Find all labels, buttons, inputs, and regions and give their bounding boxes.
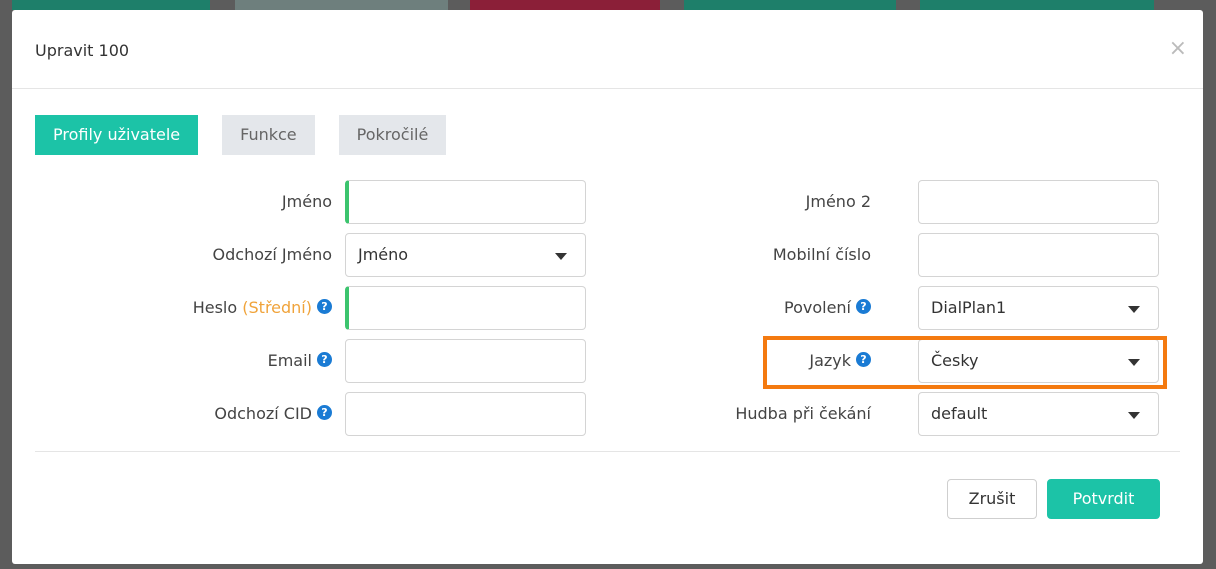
tab-bar: Profily uživatele Funkce Pokročilé	[35, 115, 470, 155]
outgoing-cid-input[interactable]	[345, 392, 586, 436]
modal-title: Upravit 100	[35, 41, 130, 60]
name2-label: Jméno 2	[806, 180, 871, 224]
footer-divider	[35, 451, 1180, 452]
tab-advanced[interactable]: Pokročilé	[338, 115, 447, 155]
cancel-button[interactable]: Zrušit	[947, 479, 1037, 519]
outgoing-cid-label-text: Odchozí CID	[214, 404, 312, 423]
music-on-hold-label-text: Hudba při čekání	[735, 404, 871, 423]
outgoing-name-row: Odchozí Jméno Jméno	[12, 233, 612, 277]
password-label: Heslo (Střední)?	[193, 286, 332, 330]
confirm-button[interactable]: Potvrdit	[1047, 479, 1160, 519]
email-label: Email?	[268, 339, 332, 383]
mobile-row: Mobilní číslo	[612, 233, 1203, 277]
background-bar-3	[470, 0, 660, 10]
email-row: Email?	[12, 339, 612, 383]
name2-label-text: Jméno 2	[805, 192, 871, 211]
caret-down-icon	[1128, 359, 1140, 366]
permission-value: DialPlan1	[931, 298, 1007, 317]
permission-label: Povolení?	[784, 286, 871, 330]
caret-down-icon	[555, 253, 567, 260]
music-on-hold-select[interactable]: default	[918, 392, 1159, 436]
tab-features[interactable]: Funkce	[222, 115, 315, 155]
help-icon[interactable]: ?	[856, 352, 871, 367]
help-icon[interactable]: ?	[317, 299, 332, 314]
mobile-input[interactable]	[918, 233, 1159, 277]
outgoing-name-label-text: Odchozí Jméno	[212, 245, 332, 264]
music-on-hold-value: default	[931, 404, 988, 423]
language-select[interactable]: Česky	[918, 339, 1159, 383]
language-row: Jazyk? Česky	[612, 339, 1203, 383]
outgoing-name-select[interactable]: Jméno	[345, 233, 586, 277]
language-label: Jazyk?	[809, 339, 871, 383]
background-bar-1	[12, 0, 210, 10]
mobile-label: Mobilní číslo	[773, 233, 871, 277]
background-bar-2	[235, 0, 448, 10]
music-on-hold-label: Hudba při čekání	[735, 392, 871, 436]
password-strength: (Střední)	[242, 298, 312, 317]
language-label-text: Jazyk	[809, 351, 851, 370]
background-bar-4	[684, 0, 896, 10]
caret-down-icon	[1128, 306, 1140, 313]
name-input[interactable]	[345, 180, 586, 224]
permission-row: Povolení? DialPlan1	[612, 286, 1203, 330]
permission-label-text: Povolení	[784, 298, 851, 317]
help-icon[interactable]: ?	[317, 405, 332, 420]
close-icon[interactable]: ×	[1169, 38, 1187, 60]
edit-extension-modal: Upravit 100 × Profily uživatele Funkce P…	[12, 10, 1203, 564]
outgoing-name-value: Jméno	[358, 245, 409, 264]
outgoing-cid-label: Odchozí CID?	[214, 392, 332, 436]
caret-down-icon	[1128, 412, 1140, 419]
music-on-hold-row: Hudba při čekání default	[612, 392, 1203, 436]
email-label-text: Email	[267, 351, 312, 370]
outgoing-name-label: Odchozí Jméno	[213, 233, 332, 277]
email-input[interactable]	[345, 339, 586, 383]
name-row: Jméno	[12, 180, 612, 224]
background-bar-5	[920, 0, 1154, 10]
language-value: Česky	[931, 351, 979, 370]
mobile-label-text: Mobilní číslo	[772, 245, 871, 264]
name-label-text: Jméno	[281, 192, 332, 211]
password-input[interactable]	[345, 286, 586, 330]
modal-header: Upravit 100 ×	[12, 10, 1203, 89]
name2-row: Jméno 2	[612, 180, 1203, 224]
permission-select[interactable]: DialPlan1	[918, 286, 1159, 330]
name2-input[interactable]	[918, 180, 1159, 224]
help-icon[interactable]: ?	[856, 299, 871, 314]
password-label-text: Heslo	[192, 298, 238, 317]
password-row: Heslo (Střední)?	[12, 286, 612, 330]
outgoing-cid-row: Odchozí CID?	[12, 392, 612, 436]
tab-user-profiles[interactable]: Profily uživatele	[35, 115, 199, 155]
help-icon[interactable]: ?	[317, 352, 332, 367]
name-label: Jméno	[282, 180, 332, 224]
